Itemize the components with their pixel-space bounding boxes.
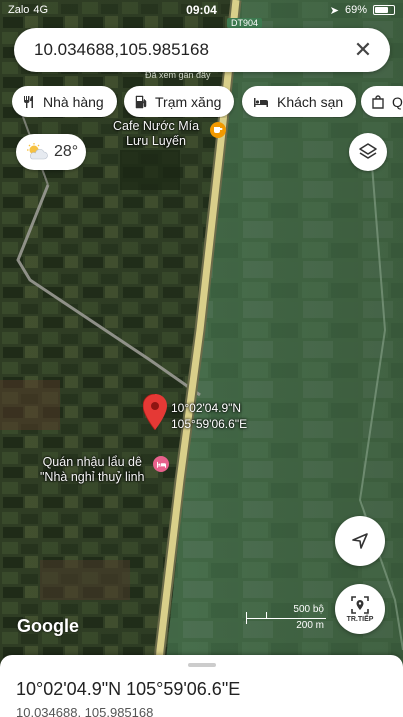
- map-scale: 500 bộ 200 m: [246, 604, 326, 634]
- poi-cafe-line1: Cafe Nước Mía: [113, 119, 200, 133]
- chip-hotels[interactable]: Khách sạn: [242, 86, 357, 117]
- chip-label: Khách sạn: [277, 93, 344, 110]
- poi-cafe-line2: Lưu Luyến: [126, 134, 186, 148]
- road-shield-label: DT904: [227, 18, 263, 28]
- place-bottom-sheet[interactable]: 10°02'04.9"N 105°59'06.6"E 10.034688, 10…: [0, 655, 403, 717]
- pin-longitude: 105°59'06.6"E: [171, 417, 248, 431]
- bed-icon: [156, 461, 166, 468]
- dropped-pin-icon[interactable]: [143, 394, 167, 430]
- gas-station-icon: [135, 95, 147, 108]
- partly-cloudy-icon: [27, 143, 48, 160]
- place-title: 10°02'04.9"N 105°59'06.6"E: [16, 679, 241, 699]
- poi-hotel-label[interactable]: Quán nhậu lẩu dê "Nhà nghỉ thuỷ linh: [40, 455, 145, 485]
- next-button-label: TR.TIẾP: [346, 616, 374, 623]
- poi-cafe-label[interactable]: Cafe Nước Mía Lưu Luyến: [113, 119, 199, 149]
- search-query-text[interactable]: 10.034688,105.985168: [34, 40, 350, 60]
- weather-chip[interactable]: 28°: [16, 134, 86, 170]
- battery-icon: [373, 5, 395, 15]
- layers-icon: [359, 143, 377, 159]
- cup-icon: [214, 127, 223, 133]
- close-icon[interactable]: ✕: [350, 37, 376, 63]
- navigation-arrow-icon: [352, 533, 368, 549]
- cafe-icon[interactable]: [210, 122, 226, 138]
- chip-label: Q: [392, 93, 403, 110]
- recent-hint: Đã xem gần đây: [145, 70, 211, 80]
- google-logo: Google: [17, 616, 79, 636]
- status-time: 09:04: [186, 3, 217, 17]
- next-button[interactable]: TR.TIẾP: [335, 584, 385, 634]
- pin-frame-icon: [351, 596, 369, 614]
- scale-metric: 200 m: [296, 620, 324, 631]
- hotel-poi-icon[interactable]: [153, 456, 169, 472]
- my-location-button[interactable]: [335, 516, 385, 566]
- status-bar: Zalo 4G 09:04 ➤ 69%: [0, 0, 403, 20]
- poi-hotel-line2: "Nhà nghỉ thuỷ linh: [40, 470, 145, 484]
- layers-button[interactable]: [349, 133, 387, 171]
- restaurant-icon: [24, 95, 33, 108]
- chip-label: Trạm xăng: [155, 93, 222, 110]
- chip-label: Nhà hàng: [43, 93, 104, 110]
- pin-coordinates-label: 10°02'04.9"N 105°59'06.6"E: [171, 400, 247, 432]
- scale-imperial: 500 bộ: [293, 604, 324, 615]
- weather-temperature: 28°: [54, 143, 79, 160]
- place-subtitle: 10.034688, 105.985168: [16, 705, 154, 717]
- sheet-grabber[interactable]: [188, 663, 216, 667]
- shopping-icon: [372, 94, 384, 109]
- poi-hotel-line1: Quán nhậu lẩu dê: [42, 455, 142, 469]
- scale-line: [246, 618, 326, 619]
- chip-restaurants[interactable]: Nhà hàng: [12, 86, 117, 117]
- chip-more[interactable]: Q: [361, 86, 403, 117]
- pin-latitude: 10°02'04.9"N: [171, 401, 242, 415]
- chip-gas-stations[interactable]: Trạm xăng: [124, 86, 235, 117]
- category-chips: Nhà hàng Trạm xăng Khách sạn Q: [12, 86, 403, 118]
- search-bar[interactable]: 10.034688,105.985168 ✕: [14, 28, 390, 72]
- hotel-icon: [254, 97, 268, 107]
